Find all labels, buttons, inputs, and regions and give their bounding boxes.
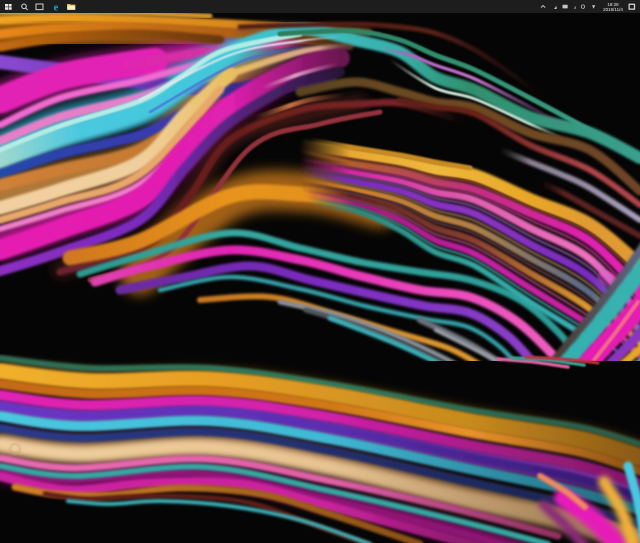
svg-text:18:28: 18:28: [607, 2, 619, 7]
svg-text:2019/11/4: 2019/11/4: [603, 7, 623, 12]
svg-text:e: e: [54, 2, 59, 13]
